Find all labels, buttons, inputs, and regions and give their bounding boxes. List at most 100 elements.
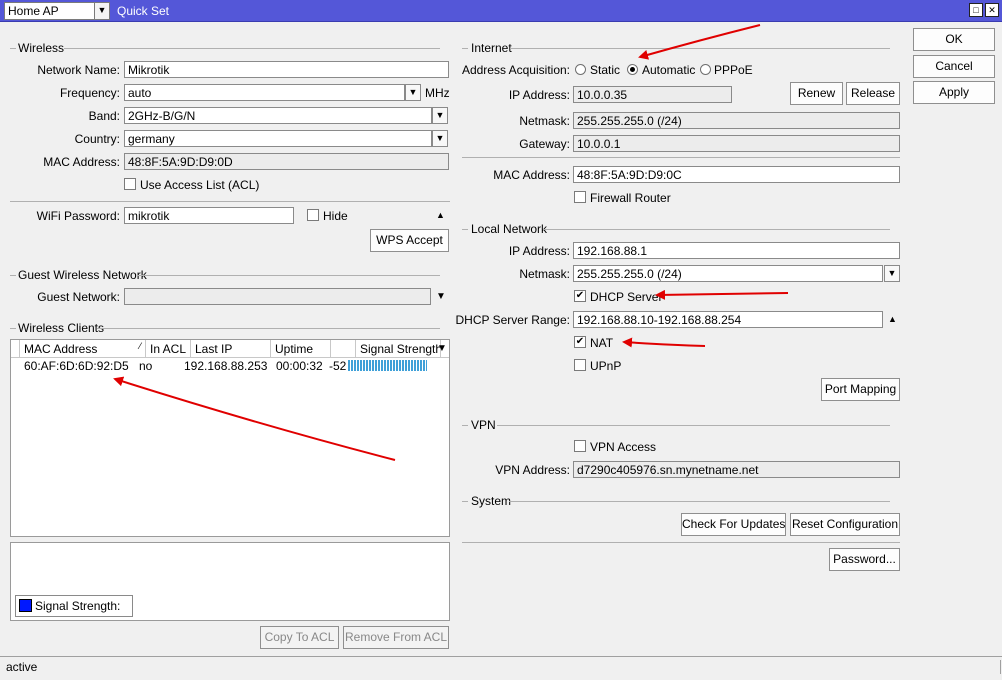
section-line bbox=[97, 328, 440, 329]
radio-automatic[interactable] bbox=[627, 64, 638, 75]
port-mapping-button[interactable]: Port Mapping bbox=[821, 378, 900, 401]
wifi-password-label: WiFi Password: bbox=[36, 209, 120, 223]
frequency-select[interactable]: auto bbox=[124, 84, 405, 101]
section-line bbox=[462, 425, 468, 426]
reset-configuration-button[interactable]: Reset Configuration bbox=[790, 513, 900, 536]
country-select[interactable]: germany bbox=[124, 130, 432, 147]
local-ip-input[interactable]: 192.168.88.1 bbox=[573, 242, 900, 259]
dhcp-range-input[interactable]: 192.168.88.10-192.168.88.254 bbox=[573, 311, 883, 328]
guest-network-select[interactable] bbox=[124, 288, 431, 305]
chevron-down-icon[interactable]: ▼ bbox=[94, 3, 109, 19]
dhcp-server-label: DHCP Server bbox=[590, 290, 663, 304]
table-header-spacer bbox=[11, 340, 20, 358]
vpn-access-label: VPN Access bbox=[590, 440, 657, 454]
clients-table: MAC Address ⁄ In ACL Last IP Uptime Sign… bbox=[10, 339, 450, 537]
cancel-button[interactable]: Cancel bbox=[913, 55, 995, 78]
nat-checkbox[interactable]: ✔ bbox=[574, 336, 586, 348]
section-internet: Internet bbox=[471, 41, 512, 55]
cell-uptime: 00:00:32 bbox=[276, 359, 323, 373]
internet-netmask-field: 255.255.255.0 (/24) bbox=[573, 112, 900, 129]
chevron-down-icon[interactable]: ▼ bbox=[432, 130, 448, 147]
mode-select[interactable]: Home AP ▼ bbox=[4, 2, 110, 20]
maximize-icon[interactable]: □ bbox=[969, 3, 983, 17]
mode-select-value: Home AP bbox=[8, 4, 59, 18]
section-line bbox=[462, 501, 468, 502]
internet-mac-field[interactable]: 48:8F:5A:9D:D9:0C bbox=[573, 166, 900, 183]
password-button[interactable]: Password... bbox=[829, 548, 900, 571]
country-label: Country: bbox=[74, 132, 120, 146]
cell-mac: 60:AF:6D:6D:92:D5 bbox=[24, 359, 129, 373]
column-header-signal-value[interactable] bbox=[331, 340, 356, 358]
internet-netmask-label: Netmask: bbox=[519, 114, 570, 128]
chevron-down-icon[interactable]: ▼ bbox=[436, 291, 446, 302]
network-name-label: Network Name: bbox=[37, 63, 120, 77]
internet-mac-label: MAC Address: bbox=[493, 168, 570, 182]
acl-label: Use Access List (ACL) bbox=[140, 178, 260, 192]
upnp-label: UPnP bbox=[590, 359, 622, 373]
radio-pppoe[interactable] bbox=[700, 64, 711, 75]
sort-icon: ⁄ bbox=[139, 341, 141, 351]
column-menu-icon[interactable]: ▼ bbox=[437, 343, 447, 354]
title-bar: Home AP ▼ Quick Set □ ✕ bbox=[0, 0, 1002, 22]
apply-button[interactable]: Apply bbox=[913, 81, 995, 104]
wireless-mac-field: 48:8F:5A:9D:D9:0D bbox=[124, 153, 449, 170]
cell-signal: -52 bbox=[329, 359, 347, 373]
wifi-password-input[interactable]: mikrotik bbox=[124, 207, 294, 224]
release-button[interactable]: Release bbox=[846, 82, 900, 105]
cell-last-ip: 192.168.88.253 bbox=[184, 359, 268, 373]
divider bbox=[10, 201, 450, 202]
local-ip-label: IP Address: bbox=[508, 244, 570, 258]
band-label: Band: bbox=[88, 109, 120, 123]
dhcp-range-label: DHCP Server Range: bbox=[455, 313, 571, 327]
chevron-down-icon[interactable]: ▼ bbox=[405, 84, 421, 101]
dhcp-server-checkbox[interactable]: ✔ bbox=[574, 290, 586, 302]
section-guest: Guest Wireless Network bbox=[18, 268, 147, 282]
radio-static-label: Static bbox=[590, 63, 621, 77]
remove-from-acl-button[interactable]: Remove From ACL bbox=[343, 626, 449, 649]
upnp-checkbox[interactable] bbox=[574, 359, 586, 371]
section-line bbox=[462, 229, 468, 230]
vpn-address-label: VPN Address: bbox=[495, 463, 570, 477]
window-title: Quick Set bbox=[117, 4, 170, 18]
acl-checkbox[interactable] bbox=[124, 178, 136, 190]
status-bar: active bbox=[0, 656, 1002, 680]
column-header-in-acl[interactable]: In ACL bbox=[146, 340, 191, 358]
local-netmask-select[interactable]: 255.255.255.0 (/24) bbox=[573, 265, 883, 282]
column-header-last-ip[interactable]: Last IP bbox=[191, 340, 271, 358]
section-line bbox=[509, 501, 890, 502]
acquisition-label: Address Acquisition: bbox=[461, 63, 570, 77]
band-select[interactable]: 2GHz-B/G/N bbox=[124, 107, 432, 124]
guest-network-label: Guest Network: bbox=[37, 290, 120, 304]
copy-to-acl-button[interactable]: Copy To ACL bbox=[260, 626, 339, 649]
collapse-up-icon[interactable]: ▲ bbox=[436, 210, 445, 220]
section-line bbox=[497, 425, 890, 426]
close-icon[interactable]: ✕ bbox=[985, 3, 999, 17]
frequency-label: Frequency: bbox=[59, 86, 120, 100]
gateway-field: 10.0.0.1 bbox=[573, 135, 900, 152]
hide-label: Hide bbox=[323, 209, 348, 223]
check-updates-button[interactable]: Check For Updates bbox=[681, 513, 786, 536]
local-netmask-label: Netmask: bbox=[519, 267, 570, 281]
chevron-down-icon[interactable]: ▼ bbox=[432, 107, 448, 124]
renew-button[interactable]: Renew bbox=[790, 82, 843, 105]
section-line bbox=[510, 48, 890, 49]
section-wireless: Wireless bbox=[18, 41, 65, 55]
signal-graph: Signal Strength: bbox=[10, 542, 450, 621]
section-line bbox=[462, 48, 468, 49]
section-local: Local Network bbox=[471, 222, 548, 236]
firewall-checkbox[interactable] bbox=[574, 191, 586, 203]
column-header-mac[interactable]: MAC Address ⁄ bbox=[20, 340, 146, 358]
collapse-up-icon[interactable]: ▲ bbox=[888, 314, 897, 324]
ok-button[interactable]: OK bbox=[913, 28, 995, 51]
section-clients: Wireless Clients bbox=[18, 321, 105, 335]
network-name-input[interactable]: Mikrotik bbox=[124, 61, 449, 78]
section-system: System bbox=[471, 494, 512, 508]
chevron-down-icon[interactable]: ▼ bbox=[884, 265, 900, 282]
vpn-address-field: d7290c405976.sn.mynetname.net bbox=[573, 461, 900, 478]
hide-checkbox[interactable] bbox=[307, 209, 319, 221]
vpn-access-checkbox[interactable] bbox=[574, 440, 586, 452]
column-header-uptime[interactable]: Uptime bbox=[271, 340, 331, 358]
wps-accept-button[interactable]: WPS Accept bbox=[370, 229, 449, 252]
radio-static[interactable] bbox=[575, 64, 586, 75]
column-header-signal-strength[interactable]: Signal Strength bbox=[356, 340, 441, 358]
